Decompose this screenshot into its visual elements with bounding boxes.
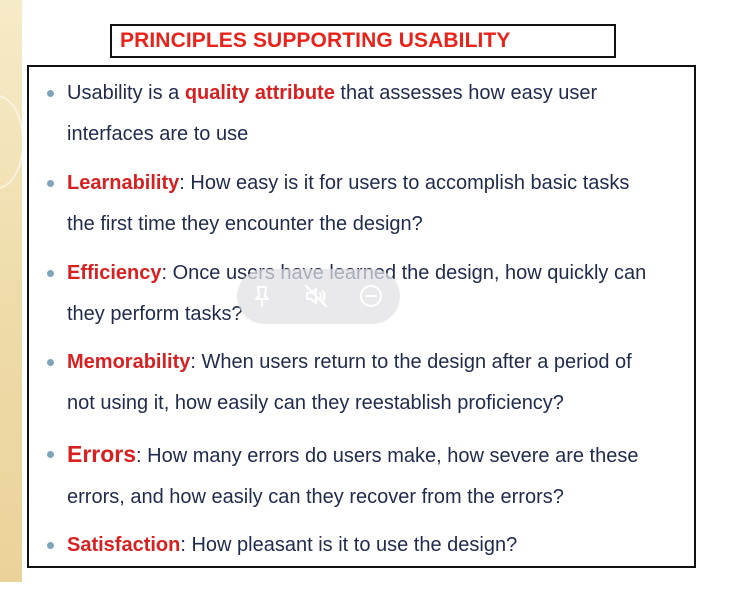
minimize-icon[interactable]	[358, 283, 384, 309]
bullet-term: quality attribute	[184, 82, 335, 104]
pin-icon[interactable]	[249, 283, 275, 309]
slide-title-box: PRINCIPLES SUPPORTING USABILITY	[110, 24, 616, 58]
bullet-text-pre: Usability is a	[67, 82, 185, 104]
slide-background-strip	[0, 0, 24, 582]
floating-overlay-toolbar	[237, 269, 400, 324]
bullet-text-post: : How pleasant is it to use the design?	[180, 534, 518, 556]
bullet-dot	[47, 359, 54, 366]
bullet-dot	[47, 180, 54, 187]
bullet-item-errors: Errors: How many errors do users make, h…	[47, 434, 697, 518]
bullet-text-line2: errors, and how easily can they recover …	[67, 486, 564, 508]
bullet-text-line2: not using it, how easily can they reesta…	[67, 392, 564, 414]
bullet-term: Efficiency	[67, 262, 162, 284]
bullet-term: Satisfaction	[67, 534, 181, 556]
bullet-term: Learnability	[67, 172, 180, 194]
bullet-dot	[47, 542, 54, 549]
bullet-dot	[47, 90, 54, 97]
bullet-dot	[47, 451, 54, 458]
bullet-term: Errors	[67, 441, 137, 467]
bullet-text-post: : How many errors do users make, how sev…	[136, 445, 639, 467]
slide-title: PRINCIPLES SUPPORTING USABILITY	[120, 29, 511, 52]
bullet-term: Memorability	[67, 351, 191, 373]
bullet-item-memorability: Memorability: When users return to the d…	[47, 342, 697, 424]
bullet-text-line2: they perform tasks?	[67, 303, 243, 325]
bullet-text-post: that assesses how easy user	[334, 82, 598, 104]
mute-icon[interactable]	[303, 283, 329, 309]
bullet-dot	[47, 270, 54, 277]
bullet-text-post: : How easy is it for users to accomplish…	[179, 172, 630, 194]
bullet-text-post: : When users return to the design after …	[190, 351, 632, 373]
bullet-text-line2: the first time they encounter the design…	[67, 213, 423, 235]
bullet-item-usability: Usability is a quality attribute that as…	[47, 73, 697, 155]
bullet-text-post: : Once users have learned the design, ho…	[161, 262, 647, 284]
bullet-text-line2: interfaces are to use	[67, 123, 249, 145]
bullet-item-learnability: Learnability: How easy is it for users t…	[47, 163, 697, 245]
bullet-item-satisfaction: Satisfaction: How pleasant is it to use …	[47, 525, 697, 566]
